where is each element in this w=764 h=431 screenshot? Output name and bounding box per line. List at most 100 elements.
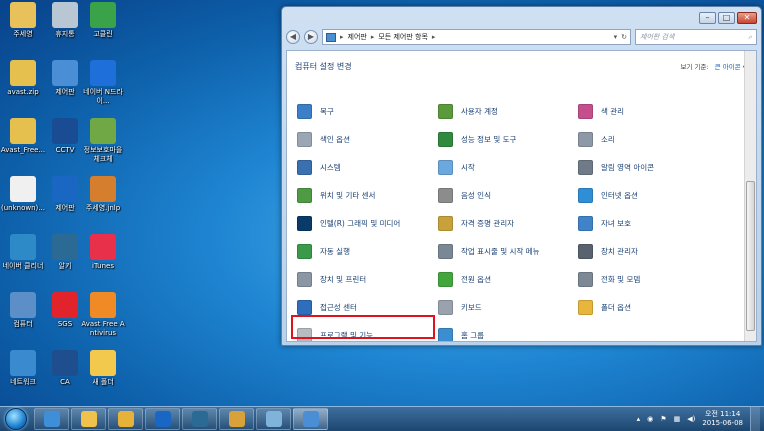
parental-control-icon <box>578 215 593 231</box>
address-dropdown-icon[interactable]: ▾ <box>614 33 618 41</box>
broom-icon <box>90 2 116 28</box>
control-panel-item[interactable]: 작업 표시줄 및 시작 메뉴 <box>438 243 540 259</box>
scrollbar-thumb[interactable] <box>746 181 755 331</box>
desktop-icon[interactable]: avast.zip <box>0 58 46 114</box>
windows-orb-icon <box>5 408 27 430</box>
accessibility-icon <box>297 299 312 315</box>
desktop-icon-label: Avast_Free... <box>0 146 46 154</box>
desktop-icon[interactable]: Avast Free Antivirus <box>80 290 126 346</box>
address-bar[interactable]: ▸ 제어판 ▸ 모든 제어판 항목 ▸ ▾ ↻ <box>322 29 631 45</box>
desktop-icon[interactable]: 고클린 <box>80 0 126 56</box>
minimize-button[interactable]: – <box>699 12 716 24</box>
taskbar-button[interactable] <box>256 408 291 430</box>
printer-icon <box>297 271 312 287</box>
control-panel-item[interactable]: 자녀 보호 <box>578 215 631 231</box>
user-folder-icon <box>10 2 36 28</box>
close-button[interactable]: ✕ <box>737 12 757 24</box>
control-panel-item[interactable]: 알림 영역 아이콘 <box>578 159 654 175</box>
control-panel-item-label: 작업 표시줄 및 시작 메뉴 <box>461 246 540 256</box>
control-panel-item[interactable]: 장치 관리자 <box>578 243 638 259</box>
control-panel-item[interactable]: 사용자 계정 <box>438 103 498 119</box>
breadcrumb-all-items[interactable]: 모든 제어판 항목 <box>378 32 428 42</box>
control-panel-item[interactable]: 장치 및 프린터 <box>297 271 366 287</box>
control-panel-item-label: 사용자 계정 <box>461 106 498 116</box>
network-tray-icon[interactable]: ▦ <box>674 415 681 423</box>
desktop-icon[interactable]: 네이버 클리너 <box>0 232 46 288</box>
control-panel-item[interactable]: 시스템 <box>297 159 341 175</box>
control-panel-item[interactable]: 소리 <box>578 131 615 147</box>
paint-icon <box>265 411 282 427</box>
clock[interactable]: 오전 11:14 2015-06-08 <box>702 410 743 428</box>
control-panel-item-label: 자격 증명 관리자 <box>461 218 515 228</box>
desktop-icon[interactable]: Avast_Free... <box>0 116 46 172</box>
control-panel-item[interactable]: 전화 및 모뎀 <box>578 271 640 287</box>
clock-time: 오전 11:14 <box>705 410 741 418</box>
flag-icon[interactable]: ⚑ <box>660 415 666 423</box>
system-icon <box>297 159 312 175</box>
show-desktop-button[interactable] <box>750 407 760 431</box>
control-panel-item[interactable]: 인텔(R) 그래픽 및 미디어 <box>297 215 400 231</box>
control-panel-item[interactable]: 키보드 <box>438 299 482 315</box>
control-panel-item[interactable]: 접근성 센터 <box>297 299 357 315</box>
getting-started-icon <box>438 159 453 175</box>
taskbar-button[interactable] <box>108 408 143 430</box>
control-panel-item-label: 소리 <box>601 134 615 144</box>
desktop-icon[interactable]: 새 폴더 <box>80 348 126 404</box>
forward-button[interactable]: ▶ <box>304 30 318 44</box>
breadcrumb-control-panel[interactable]: 제어판 <box>348 32 367 42</box>
explorer-icon <box>43 411 60 427</box>
maximize-button[interactable]: □ <box>718 12 735 24</box>
scrollbar[interactable] <box>744 51 756 341</box>
control-panel-icon <box>326 32 336 42</box>
control-panel-item[interactable]: 홈 그룹 <box>438 327 484 341</box>
desktop-icon[interactable]: 네트워크 <box>0 348 46 404</box>
search-icon: ⌕ <box>748 32 752 41</box>
desktop-icon[interactable]: 주세영 <box>0 0 46 56</box>
taskbar-button[interactable] <box>219 408 254 430</box>
sensor-icon <box>297 187 312 203</box>
security-tray-icon[interactable]: ◉ <box>647 415 653 423</box>
desktop-icon[interactable]: (unknown)... <box>0 174 46 230</box>
taskbar-button[interactable] <box>71 408 106 430</box>
taskbar-button[interactable] <box>293 408 328 430</box>
control-panel-item[interactable]: 시작 <box>438 159 475 175</box>
desktop-icon-label: (unknown)... <box>1 204 45 212</box>
desktop-icon[interactable]: 주세영.jnlp <box>80 174 126 230</box>
desktop-icon-label: 고클린 <box>93 30 113 38</box>
control-panel-item[interactable]: 색 관리 <box>578 103 624 119</box>
control-panel-icon <box>302 411 319 427</box>
view-dropdown[interactable]: 큰 아이콘 ▾ <box>715 61 746 71</box>
desktop-icon[interactable]: 정보보호마을 체크체 <box>80 116 126 172</box>
taskbar-button[interactable] <box>34 408 69 430</box>
desktop-icon[interactable]: 네이버 N드라이... <box>80 58 126 114</box>
back-button[interactable]: ◀ <box>286 30 300 44</box>
control-panel-item[interactable]: 위치 및 기타 센서 <box>297 187 375 203</box>
control-panel-item[interactable]: 인터넷 옵션 <box>578 187 638 203</box>
control-panel-item[interactable]: 전원 옵션 <box>438 271 491 287</box>
taskbar-button[interactable] <box>182 408 217 430</box>
power-options-icon <box>438 271 453 287</box>
desktop-icon-label: 네이버 N드라이... <box>83 88 123 105</box>
refresh-icon[interactable]: ↻ <box>621 33 627 41</box>
control-panel-item-label: 자녀 보호 <box>601 218 631 228</box>
show-hidden-icons-icon[interactable]: ▴ <box>637 415 641 423</box>
control-panel-item[interactable]: 음성 인식 <box>438 187 491 203</box>
search-input[interactable]: 제어판 검색 ⌕ <box>635 29 757 45</box>
desktop-icon[interactable]: iTunes <box>80 232 126 288</box>
control-panel-item[interactable]: 자동 실행 <box>297 243 350 259</box>
zip-folder-icon <box>10 118 36 144</box>
system-tray: ▴ ◉ ⚑ ▦ ◀) 오전 11:14 2015-06-08 <box>637 407 764 431</box>
taskbar-button[interactable] <box>145 408 180 430</box>
control-panel-item[interactable]: 자격 증명 관리자 <box>438 215 514 231</box>
control-panel-item[interactable]: 복구 <box>297 103 334 119</box>
control-panel-item[interactable]: 폴더 옵션 <box>578 299 631 315</box>
desktop-icon-label: iTunes <box>92 262 114 270</box>
device-manager-icon <box>578 243 593 259</box>
recycle-bin-icon <box>52 2 78 28</box>
control-panel-item[interactable]: 성능 정보 및 도구 <box>438 131 516 147</box>
start-button[interactable] <box>0 407 32 431</box>
volume-icon[interactable]: ◀) <box>687 415 695 423</box>
control-panel-item[interactable]: 색인 옵션 <box>297 131 350 147</box>
taskbar: ▴ ◉ ⚑ ▦ ◀) 오전 11:14 2015-06-08 <box>0 406 764 431</box>
desktop-icon[interactable]: 컴퓨터 <box>0 290 46 346</box>
